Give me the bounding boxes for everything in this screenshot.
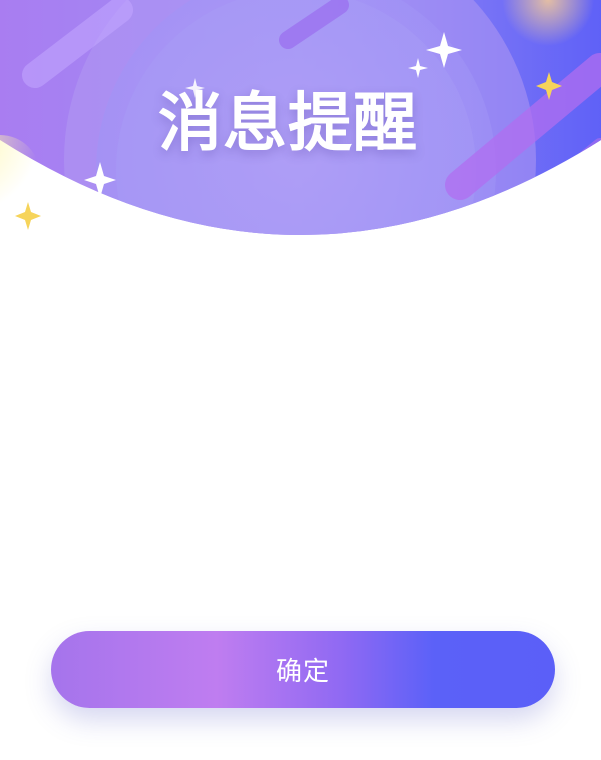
message-alert-dialog: 消息提醒 确定	[0, 0, 601, 760]
dialog-header-banner: 消息提醒	[0, 0, 601, 240]
confirm-button-label: 确定	[275, 657, 330, 687]
dialog-title: 消息提醒	[158, 87, 418, 161]
confirm-button[interactable]: 确定	[51, 631, 555, 708]
